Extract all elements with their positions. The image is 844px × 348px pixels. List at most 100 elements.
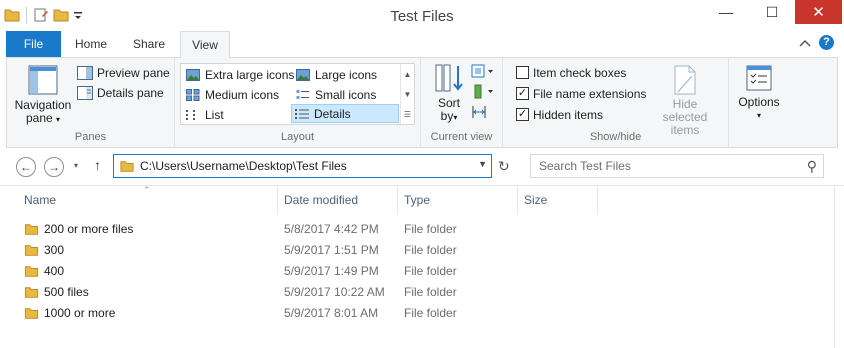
window-controls: — ☐ ✕ [703, 0, 842, 24]
tab-share[interactable]: Share [121, 31, 177, 57]
chevron-down-icon: ▾ [453, 113, 458, 122]
ribbon: Navigation pane ▾ Preview pane Details p… [6, 57, 838, 148]
file-name: 200 or more files [44, 222, 134, 236]
show-hide-group-label: Show/hide [589, 131, 642, 143]
file-date: 5/9/2017 1:51 PM [284, 243, 379, 257]
item-check-boxes-option[interactable]: Item check boxes [516, 63, 626, 82]
up-arrow-icon[interactable]: ↑ [94, 157, 101, 173]
layout-large-icons[interactable]: Large icons [293, 65, 380, 84]
hide-selected-items-button[interactable]: Hide selected items [649, 64, 721, 137]
ribbon-tabs: File Home Share View ? [0, 31, 844, 58]
search-input[interactable]: Search Test Files [539, 159, 631, 173]
folder-icon [24, 266, 39, 277]
small-icons-icon [296, 89, 309, 99]
address-path[interactable]: C:\Users\Username\Desktop\Test Files [140, 159, 347, 173]
item-check-boxes-checkbox[interactable] [516, 66, 529, 79]
size-columns-icon[interactable] [471, 104, 495, 120]
folder-icon [24, 224, 39, 235]
details-icon [295, 108, 309, 119]
panes-group: Navigation pane ▾ Preview pane Details p… [7, 58, 175, 147]
tab-file[interactable]: File [6, 31, 61, 57]
navigation-bar: ← → ▾ ↑ C:\Users\Username\Desktop\Test F… [0, 148, 844, 186]
add-columns-icon[interactable] [471, 84, 495, 100]
file-list: ⌃ Name Date modified Type Size 200 or mo… [0, 185, 844, 348]
show-hide-group: Item check boxes ✓ File name extensions … [503, 58, 729, 147]
layout-small-icons[interactable]: Small icons [293, 85, 379, 104]
recent-locations-icon[interactable]: ▾ [74, 161, 78, 170]
sort-by-button[interactable]: Sort by▾ [431, 62, 467, 124]
file-name: 400 [44, 264, 65, 278]
title-bar: Test Files — ☐ ✕ [0, 0, 844, 31]
details-pane-label: Details pane [97, 85, 164, 100]
chevron-down-icon[interactable]: ▼ [478, 159, 487, 169]
layout-group-label: Layout [280, 131, 315, 143]
table-row[interactable]: 400 5/9/2017 1:49 PM File folder [18, 261, 578, 282]
file-type: File folder [404, 285, 457, 299]
hidden-items-label: Hidden items [533, 107, 604, 122]
table-row[interactable]: 1000 or more 5/9/2017 8:01 AM File folde… [18, 303, 578, 324]
back-button[interactable]: ← [16, 157, 36, 177]
arrow-right-icon: → [48, 160, 60, 174]
expand-gallery-icon[interactable]: ☰ [404, 110, 411, 119]
hide-selected-items-icon [674, 65, 696, 95]
search-box[interactable]: Search Test Files ⚲ [530, 154, 824, 178]
navigation-pane-button[interactable]: Navigation pane ▾ [11, 64, 75, 126]
details-pane-icon [77, 85, 93, 100]
folder-icon [24, 308, 39, 319]
scroll-up-icon[interactable]: ▲ [404, 70, 412, 79]
preview-pane-label: Preview pane [97, 65, 170, 80]
table-row[interactable]: 500 files 5/9/2017 10:22 AM File folder [18, 282, 578, 303]
file-name: 500 files [44, 285, 89, 299]
table-row[interactable]: 200 or more files 5/8/2017 4:42 PM File … [18, 219, 578, 240]
medium-icons-label: Medium icons [205, 87, 280, 102]
medium-icons-icon [186, 88, 200, 101]
column-header-name[interactable]: Name [18, 187, 278, 214]
details-pane-button[interactable]: Details pane [77, 83, 164, 102]
layout-gallery: Extra large icons Large icons Medium ico… [180, 63, 415, 125]
collapse-ribbon-icon[interactable] [799, 38, 811, 48]
file-name-extensions-checkbox[interactable]: ✓ [516, 87, 529, 100]
options-button[interactable]: Options ▾ [735, 64, 783, 122]
column-header-date-modified[interactable]: Date modified [278, 187, 398, 214]
forward-button[interactable]: → [44, 157, 64, 177]
file-name-extensions-option[interactable]: ✓ File name extensions [516, 84, 646, 103]
navigation-pane-icon [28, 65, 58, 95]
folder-icon [24, 245, 39, 256]
table-row[interactable]: 300 5/9/2017 1:51 PM File folder [18, 240, 578, 261]
minimize-button[interactable]: — [703, 0, 749, 24]
column-header-size[interactable]: Size [518, 187, 598, 214]
layout-group: Extra large icons Large icons Medium ico… [175, 58, 421, 147]
preview-pane-button[interactable]: Preview pane [77, 63, 170, 82]
address-bar[interactable]: C:\Users\Username\Desktop\Test Files ▼ [113, 154, 492, 178]
file-name: 1000 or more [44, 306, 116, 320]
item-check-boxes-label: Item check boxes [533, 65, 627, 80]
large-icons-icon [296, 68, 310, 81]
file-type: File folder [404, 243, 457, 257]
layout-details[interactable]: Details [291, 104, 399, 123]
column-header-type[interactable]: Type [398, 187, 518, 214]
panes-group-label: Panes [74, 131, 107, 143]
layout-extra-large-icons[interactable]: Extra large icons [183, 65, 297, 84]
maximize-button[interactable]: ☐ [749, 0, 795, 24]
file-date: 5/8/2017 4:42 PM [284, 222, 379, 236]
sort-by-label-2: by [440, 109, 454, 123]
help-icon[interactable]: ? [819, 35, 834, 50]
refresh-icon[interactable]: ↻ [498, 158, 510, 175]
hidden-items-checkbox[interactable]: ✓ [516, 108, 529, 121]
tab-view[interactable]: View [180, 31, 230, 58]
layout-list[interactable]: List [183, 105, 227, 124]
hidden-items-option[interactable]: ✓ Hidden items [516, 105, 603, 124]
search-icon[interactable]: ⚲ [807, 158, 817, 175]
tab-home[interactable]: Home [64, 31, 118, 57]
folder-icon [24, 287, 39, 298]
layout-medium-icons[interactable]: Medium icons [183, 85, 282, 104]
options-group: Options ▾ [729, 58, 789, 147]
scroll-down-icon[interactable]: ▼ [404, 90, 412, 99]
current-view-group-label: Current view [430, 131, 493, 143]
vertical-scrollbar[interactable] [834, 187, 844, 348]
close-button[interactable]: ✕ [795, 0, 842, 24]
list-icon [186, 109, 195, 120]
layout-gallery-scroll[interactable]: ▲ ▼ ☰ [400, 64, 414, 124]
large-icons-label: Large icons [315, 67, 378, 82]
group-by-icon[interactable] [471, 64, 495, 80]
